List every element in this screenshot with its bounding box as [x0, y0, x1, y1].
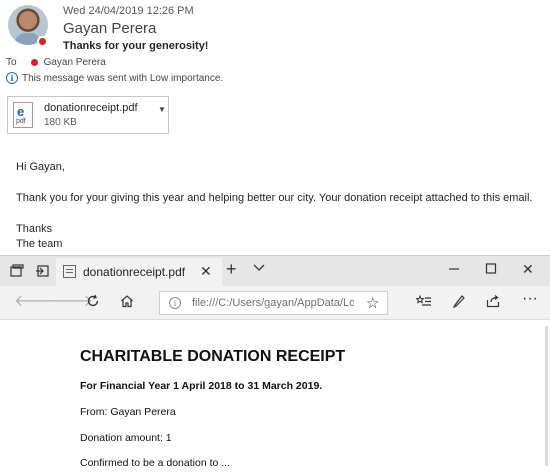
body-signature: The team: [16, 238, 63, 250]
share-icon[interactable]: [486, 294, 500, 312]
receipt-title: CHARITABLE DONATION RECEIPT: [80, 348, 346, 365]
tab-preview-chevron-icon[interactable]: [252, 260, 266, 277]
message-date: Wed 24/04/2019 12:26 PM: [63, 5, 194, 17]
browser-window: donationreceipt.pdf ✕ + ✕ 🡐 🡒 i file:///…: [0, 255, 550, 472]
attachment-name: donationreceipt.pdf: [44, 102, 138, 114]
pen-notes-icon[interactable]: [452, 294, 466, 312]
more-options-icon[interactable]: ···: [522, 291, 538, 307]
tab-donationreceipt[interactable]: donationreceipt.pdf ✕: [56, 258, 222, 286]
set-tabs-aside-icon[interactable]: [33, 262, 51, 280]
attachment-size: 180 KB: [44, 117, 77, 128]
receipt-financial-year: For Financial Year 1 April 2018 to 31 Ma…: [80, 380, 323, 392]
pdf-file-icon: e pdf: [13, 102, 33, 128]
chevron-down-icon[interactable]: ▼: [158, 105, 166, 114]
importance-notice: i This message was sent with Low importa…: [6, 72, 223, 84]
info-icon: i: [6, 72, 18, 84]
receipt-confirmation: Confirmed to be a donation to ...: [80, 457, 231, 469]
pdf-document-view: CHARITABLE DONATION RECEIPT For Financia…: [0, 321, 550, 472]
body-signoff: Thanks: [16, 223, 53, 235]
importance-text: This message was sent with Low importanc…: [22, 72, 224, 84]
tab-bar: donationreceipt.pdf ✕ + ✕: [0, 256, 550, 286]
close-tab-icon[interactable]: ✕: [200, 263, 212, 280]
body-paragraph: Thank you for your giving this year and …: [16, 192, 533, 204]
minimize-icon[interactable]: [448, 261, 460, 278]
body-greeting: Hi Gayan,: [16, 161, 65, 173]
info-icon[interactable]: i: [169, 297, 181, 309]
tabs-aside-icon[interactable]: [8, 262, 26, 280]
maximize-icon[interactable]: [485, 261, 497, 278]
refresh-icon[interactable]: [86, 294, 100, 312]
presence-status-icon: [37, 36, 48, 47]
to-label: To: [6, 57, 17, 68]
vertical-scrollbar[interactable]: [545, 326, 548, 466]
recipient-line: To Gayan Perera: [6, 57, 106, 68]
home-icon[interactable]: [120, 294, 134, 312]
address-bar[interactable]: i file:///C:/Users/gayan/AppData/Loc ☆: [159, 291, 388, 315]
sender-name[interactable]: Gayan Perera: [63, 20, 156, 37]
pdf-tab-icon: [63, 265, 76, 278]
new-tab-icon[interactable]: +: [226, 259, 237, 280]
receipt-amount: Donation amount: 1: [80, 432, 172, 444]
navigation-bar: 🡐 🡒 i file:///C:/Users/gayan/AppData/Loc…: [0, 286, 550, 320]
edge-logo-letter: e: [17, 104, 25, 119]
file-type-label: pdf: [16, 118, 26, 125]
favorite-star-icon[interactable]: ☆: [366, 294, 379, 312]
address-url[interactable]: file:///C:/Users/gayan/AppData/Loc: [192, 297, 354, 309]
tab-title: donationreceipt.pdf: [83, 265, 186, 279]
close-window-icon[interactable]: ✕: [522, 261, 534, 278]
attachment-card[interactable]: e pdf donationreceipt.pdf 180 KB ▼: [7, 96, 169, 134]
recipient-name[interactable]: Gayan Perera: [44, 57, 106, 68]
message-subject: Thanks for your generosity!: [63, 40, 209, 52]
favorites-list-icon[interactable]: [415, 294, 432, 312]
recipient-presence-icon: [30, 59, 38, 66]
receipt-from: From: Gayan Perera: [80, 406, 176, 418]
